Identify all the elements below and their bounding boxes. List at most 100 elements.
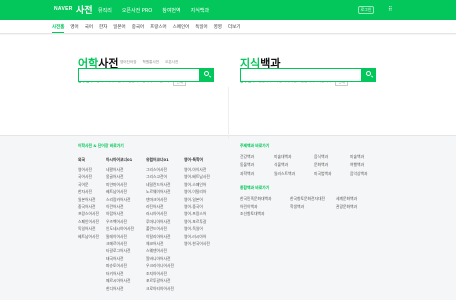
tab-chinese[interactable]: 중국어 (132, 24, 144, 33)
directory-link[interactable]: 루마니아어사전 (146, 218, 174, 225)
directory-link[interactable]: 그리스고전어 (146, 173, 174, 180)
directory-link[interactable]: 체코어사전 (146, 240, 174, 247)
directory-link[interactable]: 노르웨이어사전 (146, 188, 174, 195)
directory-link[interactable]: 베트남어사전 (106, 188, 134, 195)
directory-link[interactable]: 그리스어사전 (146, 166, 174, 173)
encyclopedia-link[interactable]: 미술대백과 (274, 153, 314, 160)
directory-link[interactable]: 스리랑카어사전 (106, 196, 134, 203)
encyclopedia-link[interactable]: 어린이백과 (240, 203, 290, 210)
directory-link[interactable]: 영어-일본어 (184, 196, 210, 203)
encyclopedia-link[interactable]: 세계문화백과 (336, 195, 380, 202)
directory-link[interactable]: 영어-프랑스어 (184, 210, 210, 217)
nav-link[interactable]: 참여번역 (162, 7, 180, 14)
directory-link[interactable]: 중국어사전 (78, 203, 99, 210)
directory-link[interactable]: 터키어사전 (106, 270, 134, 277)
directory-link[interactable]: 영어사전 (78, 166, 99, 173)
grid-icon[interactable]: ⠿ (388, 6, 395, 13)
sub-link[interactable]: 영어단어장 (120, 60, 137, 65)
directory-link[interactable]: 미얀마어사전 (106, 181, 134, 188)
service-title[interactable]: 사전 (76, 3, 93, 16)
directory-link[interactable]: 영어-한국어사전 (184, 240, 210, 247)
directory-link[interactable]: 우크라이나어사전 (146, 262, 174, 269)
directory-link[interactable]: 영어-포르투갈 (184, 218, 210, 225)
directory-link[interactable]: 크로아티아어사전 (146, 285, 174, 292)
encyclopedia-link[interactable]: 음식백과 (314, 153, 350, 160)
dictionary-search-button[interactable] (200, 68, 214, 82)
directory-link[interactable]: 태국어사전 (106, 255, 134, 262)
directory-link[interactable]: 국어사전 (78, 173, 99, 180)
tab-home[interactable]: 사전홈 (52, 24, 65, 33)
sub-link[interactable]: 오픈사전 (165, 60, 178, 65)
directory-link[interactable]: 영어-스페인어 (184, 181, 210, 188)
tab-french[interactable]: 프랑스어 (150, 24, 167, 33)
encyclopedia-link[interactable]: 학생백과 (290, 203, 336, 210)
directory-link[interactable]: 러시아어사전 (146, 210, 174, 217)
nav-link[interactable]: 뮤직리 (98, 7, 112, 14)
directory-link[interactable]: 영어-베트남사전 (184, 173, 210, 180)
encyclopedia-link[interactable]: 한국향토문화전자대전 (290, 195, 336, 202)
directory-link[interactable]: 영어-아이사전 (184, 166, 210, 173)
sub-link[interactable]: 학원통사전 (143, 60, 160, 65)
tab-korean[interactable]: 국어 (85, 24, 93, 33)
directory-link[interactable]: 라틴어사전 (146, 203, 174, 210)
encyclopedia-link[interactable]: 여행백과 (350, 161, 380, 168)
encyclopedia-link[interactable]: 문화백과 (314, 161, 350, 168)
encyclopedia-link[interactable]: 과학백과 (240, 170, 274, 177)
directory-link[interactable]: 아랍어사전 (106, 210, 134, 217)
directory-link[interactable]: 몽골어사전 (106, 173, 134, 180)
tab-eng-eng[interactable]: 영영 (214, 24, 222, 33)
directory-link[interactable]: 영어-독일어 (184, 225, 210, 232)
nav-link[interactable]: 오픈사전 PRO (122, 7, 152, 14)
directory-link[interactable]: 폴란드어사전 (146, 225, 174, 232)
directory-link[interactable]: 크메르어사전 (106, 240, 134, 247)
directory-link[interactable]: 한자사전 (78, 188, 99, 195)
directory-link[interactable]: 포르투갈어사전 (146, 277, 174, 284)
tab-german[interactable]: 독일어 (195, 24, 207, 33)
directory-link[interactable]: 덴마크어사전 (146, 196, 174, 203)
tab-more[interactable]: 더보기 (228, 24, 240, 33)
nav-link[interactable]: 지식백과 (191, 7, 209, 14)
naver-logo[interactable]: NAVER (54, 6, 73, 12)
directory-link[interactable]: 네팔어사전 (106, 166, 134, 173)
tab-spanish[interactable]: 스페인어 (173, 24, 190, 33)
directory-link[interactable]: 조지아어사전 (146, 270, 174, 277)
directory-link[interactable]: 이란어사전 (106, 203, 134, 210)
dictionary-search-input[interactable] (78, 68, 200, 82)
tab-english[interactable]: 영어 (70, 24, 78, 33)
encyclopedia-search-button[interactable] (362, 68, 376, 82)
directory-link[interactable]: 영어-러시아어 (184, 233, 210, 240)
directory-link[interactable]: 국어문 (78, 181, 99, 188)
directory-link[interactable]: 영어-이탈리아 (184, 188, 210, 195)
directory-link[interactable]: 타갈로그어사전 (106, 247, 134, 254)
directory-link[interactable]: 힌디어사전 (106, 285, 134, 292)
encyclopedia-link[interactable]: 미국법백과 (314, 170, 350, 177)
directory-link[interactable]: 알바니아어사전 (146, 255, 174, 262)
encyclopedia-link[interactable]: 미술백과 (350, 153, 380, 160)
encyclopedia-link[interactable]: 음악상백과 (350, 170, 380, 177)
directory-link[interactable]: 베트남어사전 (78, 233, 99, 240)
login-button[interactable]: 로그인 (358, 6, 374, 14)
tab-japanese[interactable]: 일본어 (113, 24, 125, 33)
encyclopedia-link[interactable]: 관광문화백과 (336, 203, 380, 210)
directory-link[interactable]: 스웨덴어사전 (146, 247, 174, 254)
encyclopedia-link[interactable]: 조선향토대백과 (240, 210, 290, 217)
encyclopedia-link[interactable]: 건강백과 (240, 153, 274, 160)
encyclopedia-link[interactable]: 한국민족문화대백과 (240, 195, 290, 202)
directory-link[interactable]: 네덜란드어사전 (146, 181, 174, 188)
encyclopedia-link[interactable]: 식물백과 (274, 161, 314, 168)
tab-hanja[interactable]: 한자 (99, 24, 107, 33)
directory-link[interactable]: 파슈토어사전 (106, 262, 134, 269)
directory-link[interactable]: 이탈리아어사전 (146, 233, 174, 240)
directory-link[interactable]: 말레이어사전 (106, 233, 134, 240)
encyclopedia-search-input[interactable] (240, 68, 362, 82)
encyclopedia-link[interactable]: 동물백과 (240, 161, 274, 168)
directory-link[interactable]: 프랑스어사전 (78, 210, 99, 217)
directory-link[interactable]: 독일어사전 (78, 225, 99, 232)
directory-link[interactable]: 일본어사전 (78, 196, 99, 203)
directory-link[interactable]: 우즈벡어사전 (106, 218, 134, 225)
directory-link[interactable]: 스페인어사전 (78, 218, 99, 225)
directory-link[interactable]: 영어-중국어 (184, 203, 210, 210)
directory-link[interactable]: 페르시아어사전 (106, 277, 134, 284)
directory-link[interactable]: 인도네시아어사전 (106, 225, 134, 232)
encyclopedia-link[interactable]: 일러스트백과 (274, 170, 314, 177)
